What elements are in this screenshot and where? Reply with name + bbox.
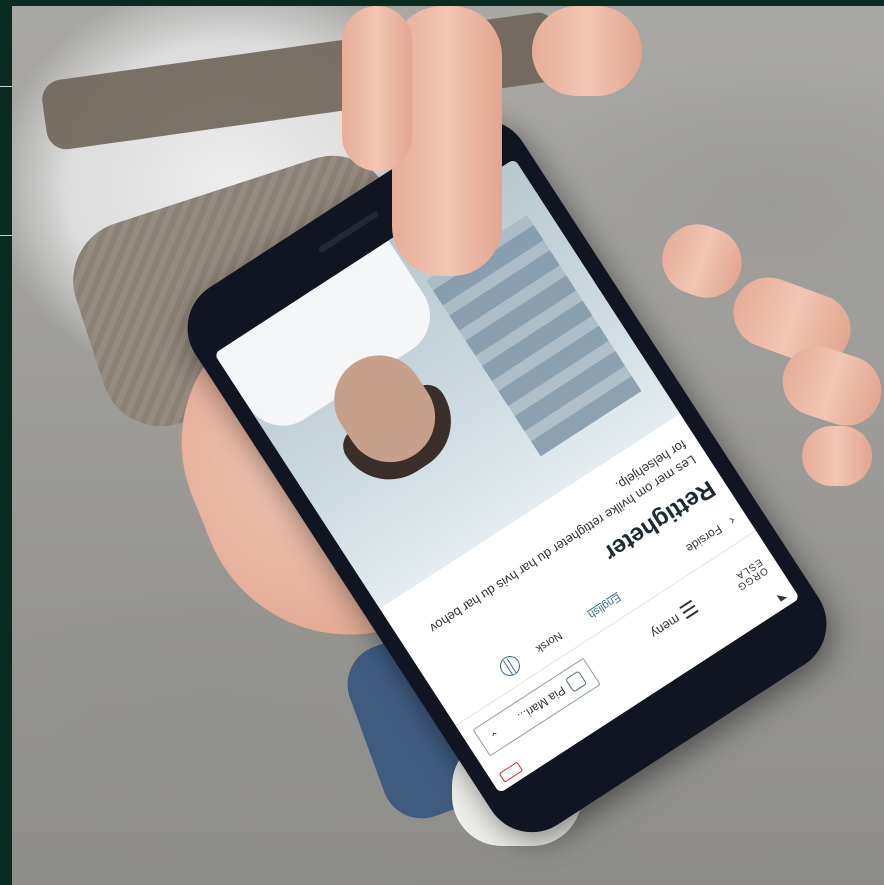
battery-icon (498, 761, 524, 783)
language-norsk-link[interactable]: Norsk (533, 629, 564, 655)
photo: ◥ ORGG ESLA meny Pia Mari... ⌄ ‹ Forside (12, 6, 884, 885)
id-card-icon (565, 670, 588, 693)
ear-speaker (317, 210, 380, 254)
finger (342, 6, 412, 171)
language-english-link[interactable]: English (586, 591, 623, 621)
site-logo[interactable]: ORGG ESLA (729, 556, 769, 592)
user-name: Pia Mari... (515, 683, 569, 725)
finger (652, 214, 752, 308)
finger (802, 426, 872, 486)
finger (532, 6, 642, 96)
chevron-left-icon[interactable]: ‹ (726, 513, 739, 529)
menu-button[interactable]: meny (648, 611, 683, 641)
hamburger-icon[interactable] (679, 599, 699, 620)
chevron-down-icon: ⌄ (487, 727, 503, 743)
globe-icon (496, 652, 524, 680)
wifi-icon: ◥ (775, 589, 789, 603)
breadcrumb-home-link[interactable]: Forside (683, 522, 724, 556)
frame-left-border (0, 0, 12, 885)
frame-divider-bottom (0, 235, 12, 236)
frame-divider-top (0, 86, 12, 87)
